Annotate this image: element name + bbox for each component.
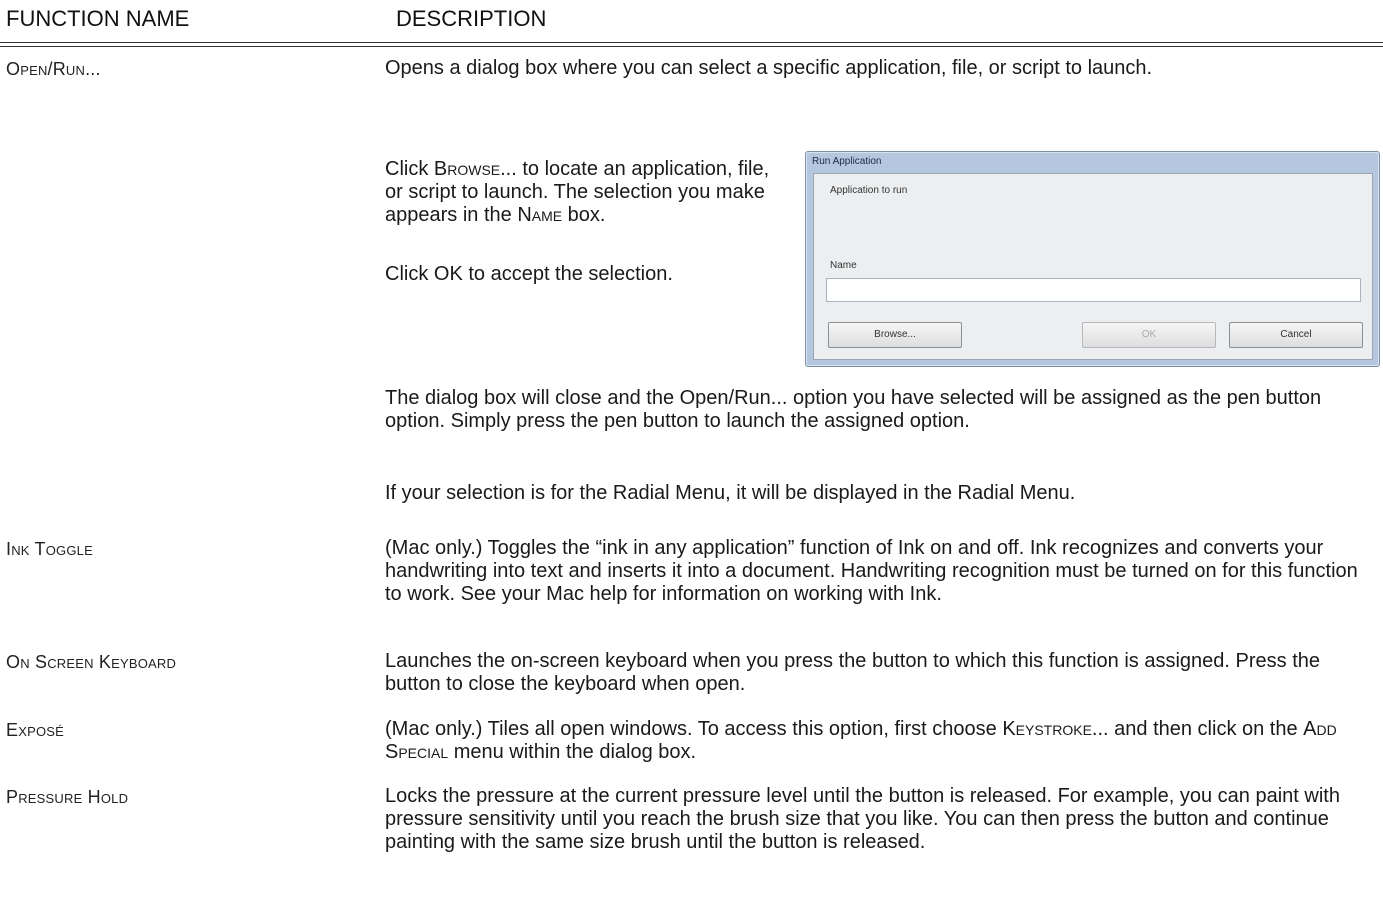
description-open-run-close: The dialog box will close and the Open/R… [385, 387, 1322, 432]
function-name-open-run: Open/Run... [6, 59, 101, 79]
description-open-run-browse: Click Browse... to locate an application… [385, 158, 770, 226]
description-ink-toggle: (Mac only.) Toggles the “ink in any appl… [385, 537, 1358, 605]
description-open-run-ok: Click OK to accept the selection. [385, 263, 673, 285]
function-name-ink-toggle: Ink Toggle [6, 539, 93, 559]
function-name-expose: Exposé [6, 720, 65, 740]
ok-button[interactable]: OK [1082, 322, 1216, 348]
cancel-button[interactable]: Cancel [1229, 322, 1363, 348]
column-header-description: DESCRIPTION [396, 6, 547, 31]
header-rule-top [0, 42, 1383, 43]
browse-button[interactable]: Browse... [828, 322, 962, 348]
run-application-dialog: Run Application Application to run Name … [805, 151, 1380, 367]
name-label: Name [830, 260, 857, 271]
description-open-run-radial: If your selection is for the Radial Menu… [385, 482, 1076, 504]
description-pressure-hold: Locks the pressure at the current pressu… [385, 785, 1340, 853]
function-name-on-screen-keyboard: On Screen Keyboard [6, 652, 177, 672]
dialog-client-area: Application to run Name Browse... OK Can… [813, 173, 1373, 360]
description-on-screen-keyboard: Launches the on-screen keyboard when you… [385, 650, 1320, 695]
description-open-run-intro: Opens a dialog box where you can select … [385, 57, 1153, 79]
name-input[interactable] [826, 278, 1361, 302]
application-to-run-label: Application to run [830, 185, 908, 196]
function-name-pressure-hold: Pressure Hold [6, 787, 129, 807]
header-rule-bottom [0, 46, 1383, 47]
dialog-title: Run Application [812, 156, 882, 167]
description-expose: (Mac only.) Tiles all open windows. To a… [385, 718, 1337, 763]
column-header-function-name: FUNCTION NAME [6, 6, 190, 31]
